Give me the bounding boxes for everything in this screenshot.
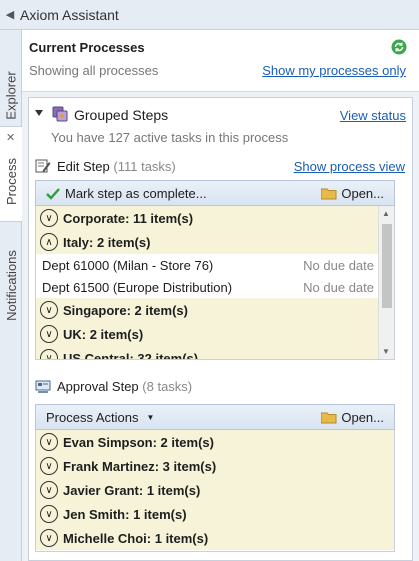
open-button[interactable]: Open... <box>321 410 384 425</box>
tab-explorer-label: Explorer <box>3 70 19 120</box>
chevron-down-icon[interactable]: ∨ <box>40 457 58 475</box>
group-row-label: Corporate: 11 item(s) <box>63 210 194 226</box>
page-title: Current Processes <box>29 40 145 55</box>
process-actions-label: Process Actions <box>46 410 139 425</box>
chevron-down-icon[interactable]: ∨ <box>40 349 58 359</box>
grouped-steps-header: Grouped Steps View status You have 127 a… <box>29 102 412 145</box>
mark-complete-button[interactable]: Mark step as complete... <box>46 186 207 201</box>
checkmark-icon <box>46 187 60 200</box>
dropdown-arrow-icon: ▼ <box>146 413 155 422</box>
open-label: Open... <box>341 410 384 425</box>
approval-step-icon <box>35 380 51 393</box>
group-row-label: Evan Simpson: 2 item(s) <box>63 434 214 450</box>
group-row-label: Singapore: 2 item(s) <box>63 302 188 318</box>
group-row[interactable]: ∨ Michelle Choi: 1 item(s) <box>36 526 394 550</box>
vertical-tab-strip: Explorer ✕ Process Notifications <box>0 30 22 561</box>
grouped-steps-panel: Grouped Steps View status You have 127 a… <box>28 97 413 561</box>
group-row-label: US Central: 32 item(s) <box>63 350 199 360</box>
chevron-down-icon[interactable]: ∨ <box>40 505 58 523</box>
edit-step-list: ∨ Corporate: 11 item(s) ∧ Italy: 2 item(… <box>35 206 395 360</box>
window-title: Axiom Assistant <box>20 6 119 23</box>
folder-icon <box>321 188 337 200</box>
processes-subtitle: Showing all processes <box>29 63 159 78</box>
task-row[interactable]: Dept 61000 (Milan - Store 76) No due dat… <box>36 254 394 276</box>
task-row[interactable]: Dept 61500 (Europe Distribution) No due … <box>36 276 394 298</box>
chevron-down-icon[interactable]: ∨ <box>40 209 58 227</box>
edit-step-count: (111 tasks) <box>113 159 176 174</box>
show-process-view-link[interactable]: Show process view <box>294 159 405 174</box>
grouped-steps-title: Grouped Steps <box>74 107 169 123</box>
open-label: Open... <box>341 186 384 201</box>
approval-step-list: ∨ Evan Simpson: 2 item(s) ∨ Frank Martin… <box>35 430 395 552</box>
group-row[interactable]: ∨ Jen Smith: 1 item(s) <box>36 502 394 526</box>
group-row[interactable]: ∨ Singapore: 2 item(s) <box>36 298 394 322</box>
show-my-processes-link[interactable]: Show my processes only <box>262 63 406 78</box>
chevron-down-icon[interactable]: ∨ <box>40 301 58 319</box>
group-row[interactable]: ∨ US Central: 32 item(s) <box>36 346 394 360</box>
view-status-link[interactable]: View status <box>340 108 406 123</box>
group-row[interactable]: ∧ Italy: 2 item(s) <box>36 230 394 254</box>
scroll-thumb[interactable] <box>382 224 392 308</box>
folder-icon <box>321 412 337 424</box>
close-tab-icon[interactable]: ✕ <box>6 131 15 144</box>
tab-notifications[interactable]: Notifications <box>0 230 22 340</box>
scroll-down-icon[interactable]: ▼ <box>382 347 390 356</box>
process-actions-dropdown[interactable]: Process Actions ▼ <box>46 410 154 425</box>
task-due: No due date <box>303 257 374 273</box>
approval-step-header: Approval Step (8 tasks) <box>35 376 407 396</box>
group-row[interactable]: ∨ Frank Martinez: 3 item(s) <box>36 454 394 478</box>
grouped-steps-icon <box>52 106 68 122</box>
title-bar: ◀ Axiom Assistant <box>0 0 419 30</box>
tab-process[interactable]: ✕ Process <box>0 126 22 222</box>
edit-step-name: Edit Step <box>57 159 110 174</box>
open-button[interactable]: Open... <box>321 186 384 201</box>
chevron-down-icon[interactable]: ∨ <box>40 481 58 499</box>
chevron-down-icon[interactable]: ∨ <box>40 433 58 451</box>
edit-step-icon <box>35 159 51 173</box>
group-row-label: UK: 2 item(s) <box>63 326 144 342</box>
group-row-label: Frank Martinez: 3 item(s) <box>63 458 217 474</box>
tab-notifications-label: Notifications <box>3 249 19 321</box>
main-panel: Current Processes Showing all processes … <box>22 30 419 561</box>
approval-step-name: Approval Step <box>57 379 139 394</box>
tab-process-label: Process <box>3 157 19 205</box>
chevron-down-icon[interactable]: ∨ <box>40 529 58 547</box>
refresh-icon[interactable] <box>391 39 407 55</box>
approval-step-count: (8 tasks) <box>142 379 193 394</box>
mark-complete-label: Mark step as complete... <box>65 186 207 201</box>
group-row[interactable]: ∨ UK: 2 item(s) <box>36 322 394 346</box>
task-name: Dept 61000 (Milan - Store 76) <box>42 257 214 273</box>
chevron-down-icon[interactable]: ∨ <box>40 325 58 343</box>
edit-step-header: Edit Step (111 tasks) Show process view <box>35 156 407 176</box>
edit-step-toolbar: Mark step as complete... Open... <box>35 180 395 206</box>
list-scrollbar[interactable]: ▲ ▼ <box>378 206 394 359</box>
group-row-label: Jen Smith: 1 item(s) <box>63 506 187 522</box>
group-row-label: Javier Grant: 1 item(s) <box>63 482 201 498</box>
group-row-label: Michelle Choi: 1 item(s) <box>63 530 209 546</box>
group-row-label: Italy: 2 item(s) <box>63 234 151 250</box>
collapse-triangle-icon[interactable] <box>35 110 43 116</box>
group-row[interactable]: ∨ Corporate: 11 item(s) <box>36 206 394 230</box>
group-row[interactable]: ∨ Evan Simpson: 2 item(s) <box>36 430 394 454</box>
collapse-chevron-icon[interactable]: ◀ <box>0 8 20 21</box>
chevron-up-icon[interactable]: ∧ <box>40 233 58 251</box>
group-row[interactable]: ∨ Javier Grant: 1 item(s) <box>36 478 394 502</box>
processes-header: Current Processes Showing all processes … <box>22 30 419 92</box>
task-due: No due date <box>303 279 374 295</box>
active-tasks-text: You have 127 active tasks in this proces… <box>51 130 289 145</box>
scroll-up-icon[interactable]: ▲ <box>382 209 390 218</box>
task-name: Dept 61500 (Europe Distribution) <box>42 279 233 295</box>
approval-step-toolbar: Process Actions ▼ Open... <box>35 404 395 430</box>
